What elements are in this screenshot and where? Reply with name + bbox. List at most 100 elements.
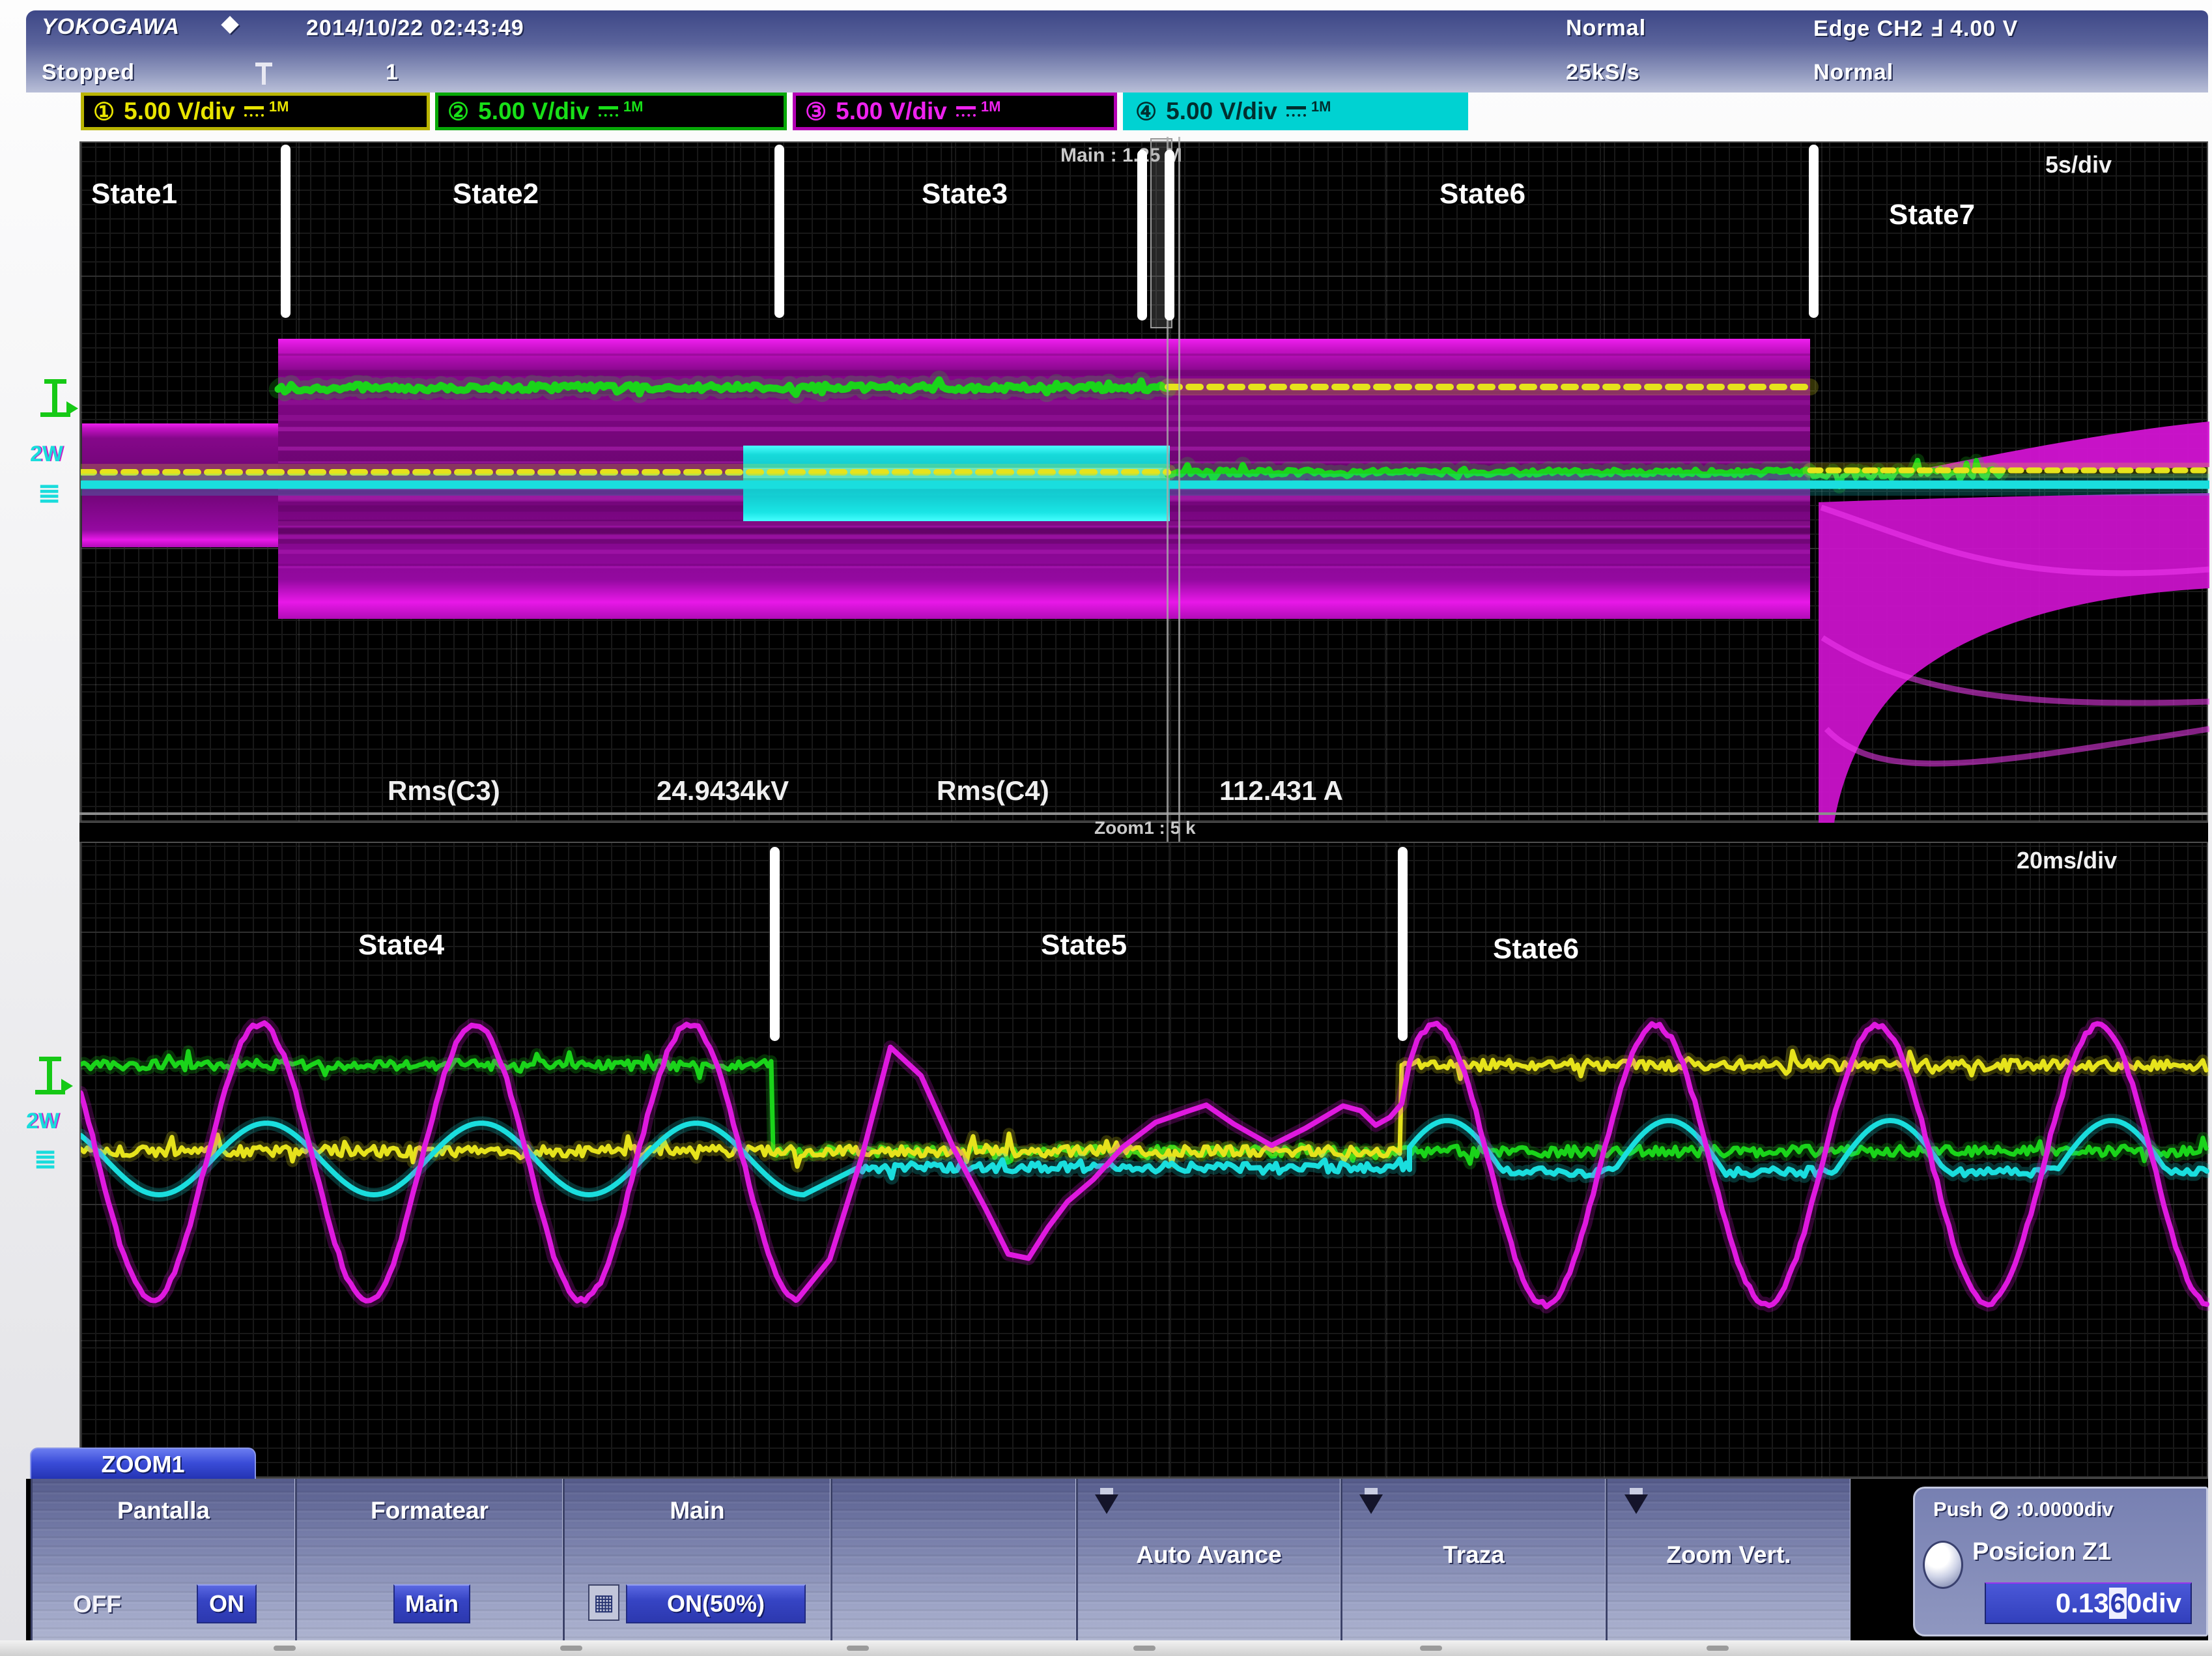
sample-rate: 25kS/s — [1566, 60, 1640, 85]
menu-pantalla-title: Pantalla — [117, 1497, 210, 1524]
dropdown-marker-icon — [1624, 1488, 1648, 1517]
menu-empty-cell — [830, 1479, 1076, 1640]
input-impedance: 1M — [1311, 98, 1331, 115]
pantalla-on-option-selected[interactable]: ON — [197, 1584, 257, 1623]
bezel-tick — [274, 1646, 296, 1651]
pantalla-off-option[interactable]: OFF — [73, 1591, 121, 1618]
menu-traza-title: Traza — [1443, 1541, 1505, 1568]
bezel-tick — [1707, 1646, 1729, 1651]
measurement-label: Rms(C3) — [388, 775, 500, 806]
channel-number: ④ — [1135, 98, 1157, 125]
softkey-menu-bar: Pantalla OFF ON Formatear Main Main ▦ ON… — [26, 1479, 2208, 1640]
oscilloscope-screen: YOKOGAWA ◆ 2014/10/22 02:43:49 Normal Ed… — [0, 0, 2212, 1656]
display-split-icon: ▦ — [588, 1584, 619, 1621]
channel-number: ② — [447, 98, 470, 125]
display-split-glyph: ▦ — [593, 1590, 615, 1615]
zoom-timebase: 20ms/div — [2017, 847, 2118, 874]
tab-zoom1[interactable]: ZOOM1 — [30, 1448, 256, 1480]
header-bar: YOKOGAWA ◆ 2014/10/22 02:43:49 Normal Ed… — [26, 10, 2208, 93]
measurement-label: Rms(C4) — [937, 775, 1049, 806]
input-impedance: 1M — [268, 98, 289, 115]
dc-coupling-icon — [598, 106, 618, 117]
datetime: 2014/10/22 02:43:49 — [306, 16, 524, 40]
main-timebase: 5s/div — [2045, 151, 2112, 178]
acquisition-mode: Normal — [1566, 16, 1647, 40]
dropdown-marker-icon — [1095, 1488, 1118, 1517]
menu-main-title: Main — [670, 1497, 725, 1524]
acquisition-status: Stopped — [42, 60, 135, 85]
bezel-tick — [847, 1646, 869, 1651]
zoom-position-value[interactable]: 0.13 6 0div — [1985, 1582, 2192, 1624]
menu-auto-avance-title: Auto Avance — [1136, 1541, 1282, 1568]
zoom-cursor-bar[interactable] — [1137, 150, 1147, 321]
state-separator — [770, 847, 780, 1041]
ch4-level-marker-icon: ≣ — [38, 478, 61, 508]
value-prefix: 0.13 — [2055, 1588, 2109, 1618]
menu-zoom-vert[interactable]: Zoom Vert. — [1606, 1479, 1850, 1640]
dropdown-marker-icon — [1359, 1488, 1383, 1517]
brand-diamond-icon: ◆ — [221, 11, 240, 36]
trigger-position-icon — [255, 63, 272, 85]
formatear-value[interactable]: Main — [393, 1584, 470, 1623]
main-on50-label: ON(50%) — [666, 1590, 765, 1617]
channel-scale: 5.00 V/div — [1166, 98, 1277, 124]
menu-main[interactable]: Main ▦ ON(50%) — [563, 1479, 830, 1640]
zoom-cursor-line — [1178, 137, 1180, 842]
channel-number: ① — [93, 98, 115, 125]
input-impedance: 1M — [980, 98, 1001, 115]
zoom-record-length: Zoom1 : 5 k — [1094, 818, 1196, 838]
channel-scale: 5.00 V/div — [478, 98, 589, 124]
menu-traza[interactable]: Traza — [1340, 1479, 1606, 1640]
dc-coupling-icon — [244, 106, 264, 117]
value-cursor-digit: 6 — [2108, 1588, 2127, 1619]
channel-3-badge[interactable]: ③ 5.00 V/div 1M — [793, 93, 1117, 130]
ch2-trigger-level-marker — [40, 379, 78, 422]
dc-coupling-icon — [1286, 106, 1306, 117]
brand-logo: YOKOGAWA — [42, 14, 180, 39]
main-on50-value[interactable]: ON(50%) — [626, 1584, 806, 1623]
menu-formatear-title: Formatear — [371, 1497, 489, 1524]
pantalla-on-label: ON — [209, 1590, 244, 1617]
state-separator — [1398, 847, 1408, 1041]
knob-push-label: Push — [1933, 1498, 1983, 1520]
bezel-bottom-strip — [0, 1640, 2212, 1656]
state-separator — [774, 145, 784, 318]
channel-2-badge[interactable]: ② 5.00 V/div 1M — [435, 93, 787, 130]
input-impedance: 1M — [623, 98, 644, 115]
state-label: State4 — [358, 929, 445, 961]
knob-push-value: :0.0000div — [2015, 1498, 2114, 1520]
bezel-tick — [1133, 1646, 1156, 1651]
state-label: State5 — [1041, 929, 1127, 961]
ground-markers: 2W — [30, 442, 63, 466]
measurement-value: 24.9434kV — [657, 775, 789, 806]
menu-auto-avance[interactable]: Auto Avance — [1076, 1479, 1340, 1640]
bezel-tick — [560, 1646, 582, 1651]
channel-1-badge[interactable]: ① 5.00 V/div 1M — [81, 93, 430, 130]
state-label: State2 — [453, 178, 539, 210]
channel-scale: 5.00 V/div — [124, 98, 235, 124]
formatear-value-label: Main — [404, 1590, 459, 1617]
menu-formatear[interactable]: Formatear Main — [295, 1479, 563, 1640]
trigger-summary: Edge CH2 Ⅎ 4.00 V — [1813, 16, 2019, 41]
state-label: State7 — [1889, 199, 1976, 231]
state-separator — [281, 145, 291, 318]
menu-zoom-vert-title: Zoom Vert. — [1666, 1541, 1791, 1568]
tab-zoom1-label: ZOOM1 — [101, 1451, 185, 1478]
rotary-knob[interactable] — [1923, 1541, 1963, 1589]
dc-coupling-icon — [956, 106, 976, 117]
knob-push-readout: Push ⊘ :0.0000div — [1933, 1495, 2114, 1525]
channel-4-badge-selected[interactable]: ④ 5.00 V/div 1M — [1123, 93, 1468, 130]
state-label: State6 — [1493, 933, 1580, 965]
trigger-count: 1 — [386, 60, 399, 85]
menu-pantalla[interactable]: Pantalla OFF ON — [31, 1479, 295, 1640]
state-label: State1 — [91, 178, 178, 210]
state-label: State3 — [922, 178, 1008, 210]
bezel-tick — [1420, 1646, 1442, 1651]
ch2-trigger-level-marker — [35, 1057, 73, 1100]
value-suffix: 0div — [2126, 1588, 2181, 1618]
channel-scale: 5.00 V/div — [836, 98, 947, 124]
measurement-value: 112.431 A — [1219, 775, 1343, 806]
zoom-cursor-bar[interactable] — [1165, 150, 1174, 321]
state-separator — [1809, 145, 1819, 318]
ground-markers: 2W — [26, 1109, 59, 1134]
